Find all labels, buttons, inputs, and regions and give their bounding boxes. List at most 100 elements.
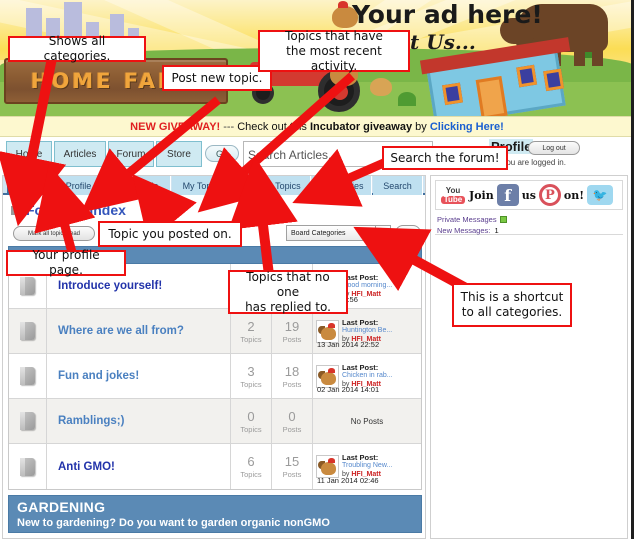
- tab-index[interactable]: Index: [7, 176, 53, 195]
- annotation-post-new-topic: Post new topic.: [162, 65, 272, 91]
- breadcrumb: Forum » Index: [11, 202, 126, 218]
- folder-icon: [20, 457, 35, 476]
- grass-tuft: [398, 92, 416, 106]
- social-links-bar: You Tube Join f us P on! 🐦: [435, 180, 623, 210]
- nav-item-forum[interactable]: Forum: [108, 141, 154, 167]
- table-row[interactable]: Anti GMO! 6 Topics 15 Posts Last Post: T…: [9, 444, 421, 489]
- topics-count-cell: 6 Topics: [231, 444, 272, 489]
- table-row[interactable]: Where are we all from? 2 Topics 19 Posts: [9, 309, 421, 354]
- shed-window: [442, 82, 463, 106]
- tab-recent-topics[interactable]: Recent Topics: [235, 176, 311, 195]
- last-post-date: 13 Jan 2014 22:52: [317, 340, 380, 349]
- last-post-cell: Last Post: Huntington Be... by HFI_Matt …: [313, 309, 421, 353]
- private-messages-label: Private Messages: [437, 215, 497, 224]
- topics-label: Topics: [240, 470, 262, 479]
- forum-list: Introduce yourself! Last Post: Good morn…: [8, 264, 422, 490]
- posts-count: 15: [284, 454, 300, 469]
- topics-count-cell: 3 Topics: [231, 354, 272, 398]
- youtube-icon[interactable]: You Tube: [440, 184, 466, 206]
- forum-link[interactable]: Anti GMO!: [58, 461, 115, 473]
- posts-label: Posts: [282, 424, 302, 434]
- chicken-comb: [338, 1, 348, 8]
- nav-item-articles[interactable]: Articles: [54, 141, 106, 167]
- category-go-button[interactable]: Go: [395, 225, 421, 241]
- last-post-cell: Last Post: Troubling New... by HFI_Matt …: [313, 444, 421, 489]
- annotation-recent-activity: Topics that have the most recent activit…: [258, 29, 410, 73]
- forum-link[interactable]: Introduce yourself!: [58, 280, 162, 292]
- forum-link[interactable]: Where are we all from?: [58, 325, 184, 337]
- table-row[interactable]: Ramblings;) 0 Topics 0 Posts No Posts: [9, 399, 421, 444]
- last-post-title[interactable]: Chicken in rab...: [342, 372, 393, 381]
- nav-item-store[interactable]: Store: [156, 141, 202, 167]
- giveaway-link[interactable]: Clicking Here!: [430, 121, 504, 133]
- private-messages-box[interactable]: Private Messages New Messages: 1: [435, 213, 623, 235]
- forum-name-cell: Ramblings;): [47, 399, 231, 443]
- posts-label: Posts: [282, 334, 302, 344]
- hen-icon: [321, 326, 336, 340]
- giveaway-headline: NEW GIVEAWAY!: [130, 120, 221, 133]
- giveaway-dash: ---: [223, 120, 235, 133]
- posts-count: 19: [284, 318, 300, 334]
- social-on-label: on!: [563, 188, 585, 202]
- board-categories-select[interactable]: Board Categories ▼: [286, 225, 391, 241]
- annotation-your-profile: Your profile page.: [6, 248, 126, 277]
- shed-illustration: [419, 37, 571, 116]
- social-join-label: Join: [469, 188, 494, 202]
- tab-profile[interactable]: Profile: [54, 176, 104, 195]
- folder-icon: [20, 322, 35, 340]
- tab-new-topic[interactable]: New Topic: [105, 176, 171, 195]
- youtube-icon-line2: Tube: [440, 195, 466, 204]
- tab-my-topics[interactable]: My Topics: [172, 176, 234, 195]
- forum-link[interactable]: Fun and jokes!: [58, 370, 139, 382]
- last-post-title[interactable]: Troubling New...: [342, 462, 392, 471]
- annotation-no-replies: Topics that no one has replied to.: [228, 270, 348, 314]
- tab-no-replies[interactable]: No Replies: [312, 176, 372, 195]
- topics-count-cell: 0 Topics: [231, 399, 272, 443]
- search-go-button[interactable]: Go: [205, 145, 239, 162]
- folder-icon: [20, 412, 35, 430]
- hen-icon: [321, 371, 336, 385]
- last-post-date: 11 Jan 2014 02:46: [317, 476, 379, 485]
- main-navigation: Home Articles Forum Store Go Search Arti…: [0, 137, 634, 173]
- chicken-illustration: [370, 78, 392, 96]
- search-input-placeholder: Search Articles...: [248, 148, 339, 162]
- cow-leg: [574, 48, 585, 66]
- mark-all-topics-read-button[interactable]: Mark all topics read: [13, 226, 95, 241]
- nav-item-home[interactable]: Home: [6, 141, 52, 167]
- social-us-label: us: [521, 188, 536, 202]
- pinterest-icon[interactable]: P: [538, 184, 561, 206]
- ad-placeholder-subtext: t Us...: [410, 30, 476, 54]
- forum-tabbar: Index Profile New Topic My Topics Recent…: [3, 176, 425, 195]
- last-post-label: Last Post:: [342, 362, 379, 372]
- topics-count-cell: 2 Topics: [231, 309, 272, 353]
- last-post-label: Last Post:: [342, 272, 379, 282]
- last-post-title[interactable]: Good morning...: [342, 282, 392, 291]
- forum-icon-cell: [9, 354, 47, 398]
- forum-name-cell: Anti GMO!: [47, 444, 231, 489]
- table-row[interactable]: Fun and jokes! 3 Topics 18 Posts Last Po…: [9, 354, 421, 399]
- chevron-down-icon[interactable]: ▼: [375, 226, 390, 240]
- last-post-cell: No Posts: [313, 399, 421, 443]
- forum-link[interactable]: Ramblings;): [58, 415, 124, 427]
- logout-button[interactable]: Log out: [528, 141, 580, 155]
- breadcrumb-separator-icon: »: [75, 202, 84, 218]
- shed-door: [475, 76, 508, 116]
- youtube-icon-line1: You: [445, 185, 461, 195]
- forum-icon-cell: [9, 309, 47, 353]
- breadcrumb-root[interactable]: Forum: [26, 202, 70, 218]
- forum-icon-cell: [9, 444, 47, 489]
- tab-search[interactable]: Search: [373, 176, 423, 195]
- category-header-gardening[interactable]: GARDENING New to gardening? Do you want …: [8, 495, 422, 533]
- topics-label: Topics: [240, 424, 262, 434]
- facebook-icon[interactable]: f: [496, 184, 519, 206]
- screenshot-root: HOME FARM Your ad here! t Us... NEW GIVE…: [0, 0, 634, 539]
- cow-leg: [592, 48, 603, 66]
- giveaway-banner[interactable]: NEW GIVEAWAY! --- Check out this Incubat…: [0, 116, 634, 137]
- right-sidebar: You Tube Join f us P on! 🐦 Private Messa…: [430, 175, 628, 539]
- twitter-icon[interactable]: 🐦: [587, 185, 614, 205]
- board-categories-value: Board Categories: [291, 229, 346, 237]
- last-post-title[interactable]: Huntington Be...: [342, 327, 392, 336]
- annotation-shows-all-categories: Shows all categories.: [8, 34, 146, 63]
- breadcrumb-current: Index: [89, 202, 126, 218]
- topics-count: 0: [247, 408, 255, 424]
